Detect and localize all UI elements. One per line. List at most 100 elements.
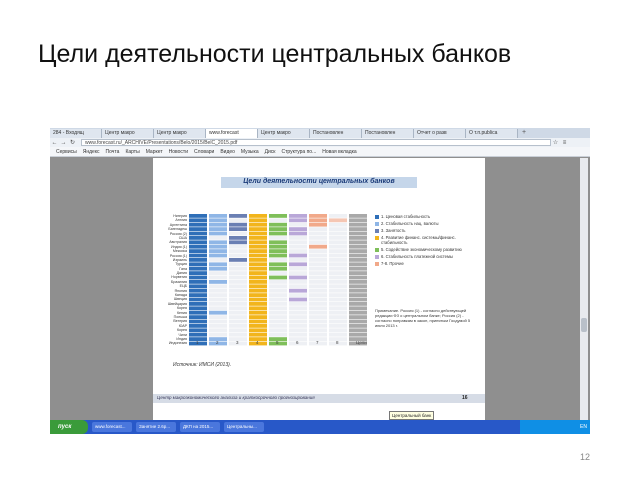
heatmap-cell — [289, 253, 307, 258]
heatmap-cell — [249, 240, 267, 245]
heatmap-cell — [269, 222, 287, 227]
heatmap-cell — [229, 293, 247, 297]
heatmap-cell — [289, 324, 307, 328]
heatmap-cell — [289, 297, 307, 302]
heatmap-cell — [349, 328, 367, 333]
heatmap-cell — [189, 319, 207, 324]
browser-tab[interactable]: 284 - Входящ — [50, 129, 102, 138]
legend-swatch — [375, 228, 379, 233]
address-bar[interactable]: www.forecast.ru/_ARCHIVE/Presentations/B… — [81, 139, 551, 146]
scrollbar[interactable] — [580, 158, 588, 420]
heatmap-cell — [269, 293, 287, 297]
heatmap-cell — [189, 328, 207, 333]
heatmap-cell — [269, 302, 287, 306]
heatmap-cell — [209, 214, 227, 218]
bookmark-item[interactable]: Маркет — [146, 149, 163, 155]
menu-icon[interactable]: ≡ — [560, 140, 569, 146]
heatmap-cell — [269, 284, 287, 289]
heatmap-cell — [189, 231, 207, 236]
heatmap-cell — [209, 280, 227, 284]
heatmap-cell — [289, 306, 307, 311]
bookmark-item[interactable]: Почта — [106, 149, 120, 155]
pdf-note: Примечание. Россия (1) - согласно действ… — [375, 308, 471, 328]
back-icon[interactable]: ← — [50, 140, 59, 146]
heatmap-cell — [329, 271, 347, 275]
heatmap-cell — [289, 280, 307, 284]
heatmap-cell — [189, 297, 207, 302]
heatmap-cell — [209, 218, 227, 223]
star-icon[interactable]: ☆ — [551, 139, 560, 146]
heatmap-cell — [249, 284, 267, 289]
browser-tab[interactable]: Центр макро — [258, 129, 310, 138]
system-tray[interactable]: EN — [520, 420, 590, 434]
heatmap-cell — [209, 332, 227, 337]
heatmap-cell — [249, 244, 267, 249]
legend-label: 2. Стабильность нац. валюты — [381, 221, 439, 226]
heatmap-cell — [289, 302, 307, 306]
heatmap-cell — [249, 253, 267, 258]
heatmap-cell — [349, 266, 367, 271]
heatmap-cell — [329, 328, 347, 333]
bookmark-item[interactable]: Сервисы — [56, 149, 77, 155]
heatmap-cell — [309, 231, 327, 236]
heatmap-cell — [329, 240, 347, 245]
browser-tab[interactable]: О т.п.publica — [466, 129, 518, 138]
browser-tab[interactable]: Отчет о разв — [414, 129, 466, 138]
heatmap-cell — [189, 244, 207, 249]
browser-tab[interactable]: Центр макро — [154, 129, 206, 138]
bookmarks-bar: Сервисы Яндекс Почта Карты Маркет Новост… — [50, 147, 590, 157]
bookmark-item[interactable]: Яндекс — [83, 149, 100, 155]
heatmap-cell — [309, 218, 327, 223]
taskbar-item[interactable]: Занятие 2.6р... — [136, 422, 176, 432]
start-button[interactable]: пуск — [50, 420, 88, 434]
heatmap-cell — [349, 302, 367, 306]
heatmap-cell — [249, 315, 267, 319]
forward-icon[interactable]: → — [59, 140, 68, 146]
heatmap-cell — [209, 222, 227, 227]
bookmark-item[interactable]: Видео — [220, 149, 235, 155]
bookmark-item[interactable]: Структура по... — [281, 149, 316, 155]
bookmark-item[interactable]: Музыка — [241, 149, 259, 155]
heatmap-cell — [349, 244, 367, 249]
heatmap-cell — [309, 319, 327, 324]
heatmap-cell — [329, 280, 347, 284]
browser-tab-bar: 284 - Входящ Центр макро Центр макро www… — [50, 128, 590, 138]
heatmap-cell — [189, 218, 207, 223]
heatmap-cell — [189, 253, 207, 258]
heatmap-cell — [309, 244, 327, 249]
reload-icon[interactable]: ↻ — [68, 139, 77, 146]
taskbar-item[interactable]: www.forecast... — [92, 422, 132, 432]
heatmap-cell — [209, 236, 227, 240]
heatmap-cell — [229, 315, 247, 319]
bookmark-item[interactable]: Словари — [194, 149, 214, 155]
bookmark-item[interactable]: Новости — [169, 149, 188, 155]
heatmap-cell — [309, 271, 327, 275]
heatmap-cell — [249, 332, 267, 337]
heatmap-cell — [289, 315, 307, 319]
browser-tab-active[interactable]: www.forecast — [206, 129, 258, 138]
heatmap-cell — [309, 249, 327, 253]
bookmark-item[interactable]: Диск — [265, 149, 276, 155]
taskbar-item[interactable]: Центральны... — [224, 422, 264, 432]
heatmap-cell — [269, 310, 287, 315]
heatmap-cell — [309, 236, 327, 240]
bookmark-item[interactable]: Карты — [125, 149, 139, 155]
browser-tab[interactable]: Постановлен — [310, 129, 362, 138]
new-tab-icon[interactable]: + — [522, 128, 526, 138]
heatmap-cell — [229, 218, 247, 223]
heatmap-cell — [309, 306, 327, 311]
bookmark-item[interactable]: Новая вкладка — [322, 149, 356, 155]
legend-swatch — [375, 235, 379, 240]
heatmap-cell — [289, 231, 307, 236]
browser-tab[interactable]: Центр макро — [102, 129, 154, 138]
heatmap-cell — [269, 244, 287, 249]
taskbar-item[interactable]: ДКП на 2015... — [180, 422, 220, 432]
heatmap-cell — [189, 280, 207, 284]
legend-label: 5. Содействие экономическому развитию — [381, 247, 462, 252]
heatmap-cell — [189, 275, 207, 280]
heatmap-cell — [229, 253, 247, 258]
heatmap-cell — [189, 324, 207, 328]
scrollbar-thumb[interactable] — [581, 318, 587, 332]
heatmap-cell — [269, 231, 287, 236]
browser-tab[interactable]: Постановлен — [362, 129, 414, 138]
